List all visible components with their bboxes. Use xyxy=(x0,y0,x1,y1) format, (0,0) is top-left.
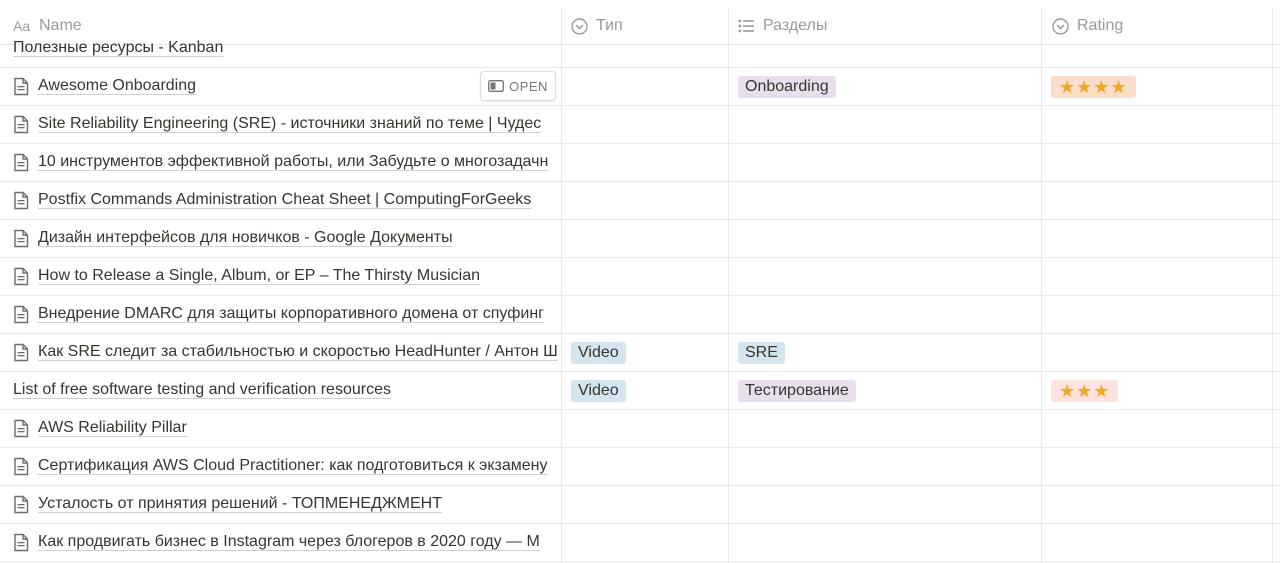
table-row[interactable]: Сертификация AWS Cloud Practitioner: как… xyxy=(0,447,1280,486)
row-title[interactable]: AWS Reliability Pillar xyxy=(38,419,187,437)
row-name-cell[interactable]: Дизайн интерфейсов для новичков - Google… xyxy=(13,219,561,257)
type-tag: Video xyxy=(571,342,626,364)
row-name-cell[interactable]: Сертификация AWS Cloud Practitioner: как… xyxy=(13,447,561,485)
page-icon xyxy=(14,115,29,133)
table-row[interactable]: Как продвигать бизнес в Instagram через … xyxy=(0,523,1280,562)
row-title[interactable]: Site Reliability Engineering (SRE) - ист… xyxy=(38,115,541,133)
row-title[interactable]: Как продвигать бизнес в Instagram через … xyxy=(38,533,540,551)
table-row[interactable]: Полезные ресурсы - Kanban xyxy=(0,29,1280,68)
row-title[interactable]: Полезные ресурсы - Kanban xyxy=(13,39,223,57)
table-row[interactable]: Внедрение DMARC для защиты корпоративног… xyxy=(0,295,1280,334)
page-icon xyxy=(14,305,29,323)
page-icon xyxy=(14,77,29,95)
open-panel-icon xyxy=(488,80,505,92)
table-row[interactable]: 10 инструментов эффективной работы, или … xyxy=(0,143,1280,182)
page-icon xyxy=(14,229,29,247)
section-tag: Onboarding xyxy=(738,76,836,98)
table-row[interactable]: Дизайн интерфейсов для новичков - Google… xyxy=(0,219,1280,258)
row-title[interactable]: List of free software testing and verifi… xyxy=(13,381,391,399)
row-name-cell[interactable]: 10 инструментов эффективной работы, или … xyxy=(13,143,561,181)
row-title[interactable]: Внедрение DMARC для защиты корпоративног… xyxy=(38,305,544,323)
row-name-cell[interactable]: List of free software testing and verifi… xyxy=(13,371,561,409)
row-name-cell[interactable]: AWS Reliability Pillar xyxy=(13,409,561,447)
section-tag: Тестирование xyxy=(738,380,856,402)
page-icon xyxy=(14,267,29,285)
row-title[interactable]: Усталость от принятия решений - ТОПМЕНЕД… xyxy=(38,495,442,513)
row-name-cell[interactable]: How to Release a Single, Album, or EP – … xyxy=(13,257,561,295)
row-name-cell[interactable]: Как продвигать бизнес в Instagram через … xyxy=(13,523,561,561)
row-title[interactable]: Postfix Commands Administration Cheat Sh… xyxy=(38,191,531,209)
page-icon xyxy=(14,495,29,513)
table-row[interactable]: Как SRE следит за стабильностью и скорос… xyxy=(0,333,1280,372)
row-name-cell[interactable]: Как SRE следит за стабильностью и скорос… xyxy=(13,333,561,371)
row-name-cell[interactable]: Site Reliability Engineering (SRE) - ист… xyxy=(13,105,561,143)
table-row[interactable]: Site Reliability Engineering (SRE) - ист… xyxy=(0,105,1280,144)
section-tag: SRE xyxy=(738,342,785,364)
table-row[interactable]: Awesome Onboarding OPEN Onboarding ★★★★ xyxy=(0,67,1280,106)
open-button-label: OPEN xyxy=(509,78,548,94)
row-name-cell[interactable]: Полезные ресурсы - Kanban xyxy=(13,29,561,67)
row-name-cell[interactable]: Postfix Commands Administration Cheat Sh… xyxy=(13,181,561,219)
page-icon xyxy=(14,419,29,437)
rating-stars: ★★★★ xyxy=(1051,76,1136,98)
row-title[interactable]: Awesome Onboarding xyxy=(38,77,196,95)
row-title[interactable]: Сертификация AWS Cloud Practitioner: как… xyxy=(38,457,547,475)
row-title[interactable]: Дизайн интерфейсов для новичков - Google… xyxy=(38,229,453,247)
type-tag: Video xyxy=(571,380,626,402)
table-row[interactable]: AWS Reliability Pillar xyxy=(0,409,1280,448)
row-title[interactable]: 10 инструментов эффективной работы, или … xyxy=(38,153,548,171)
page-icon xyxy=(14,191,29,209)
page-icon xyxy=(14,457,29,475)
page-icon xyxy=(14,343,29,361)
row-name-cell[interactable]: Внедрение DMARC для защиты корпоративног… xyxy=(13,295,561,333)
row-name-cell[interactable]: Усталость от принятия решений - ТОПМЕНЕД… xyxy=(13,485,561,523)
rating-stars: ★★★ xyxy=(1051,380,1119,402)
page-icon xyxy=(14,153,29,171)
open-button[interactable]: OPEN xyxy=(480,71,556,101)
table-row[interactable]: List of free software testing and verifi… xyxy=(0,371,1280,410)
table-row[interactable]: How to Release a Single, Album, or EP – … xyxy=(0,257,1280,296)
page-icon xyxy=(14,533,29,551)
row-name-cell[interactable]: Awesome Onboarding xyxy=(13,67,473,105)
row-title[interactable]: Как SRE следит за стабильностью и скорос… xyxy=(38,343,558,361)
table-row[interactable]: Postfix Commands Administration Cheat Sh… xyxy=(0,181,1280,220)
row-title[interactable]: How to Release a Single, Album, or EP – … xyxy=(38,267,480,285)
table-row[interactable]: Усталость от принятия решений - ТОПМЕНЕД… xyxy=(0,485,1280,524)
